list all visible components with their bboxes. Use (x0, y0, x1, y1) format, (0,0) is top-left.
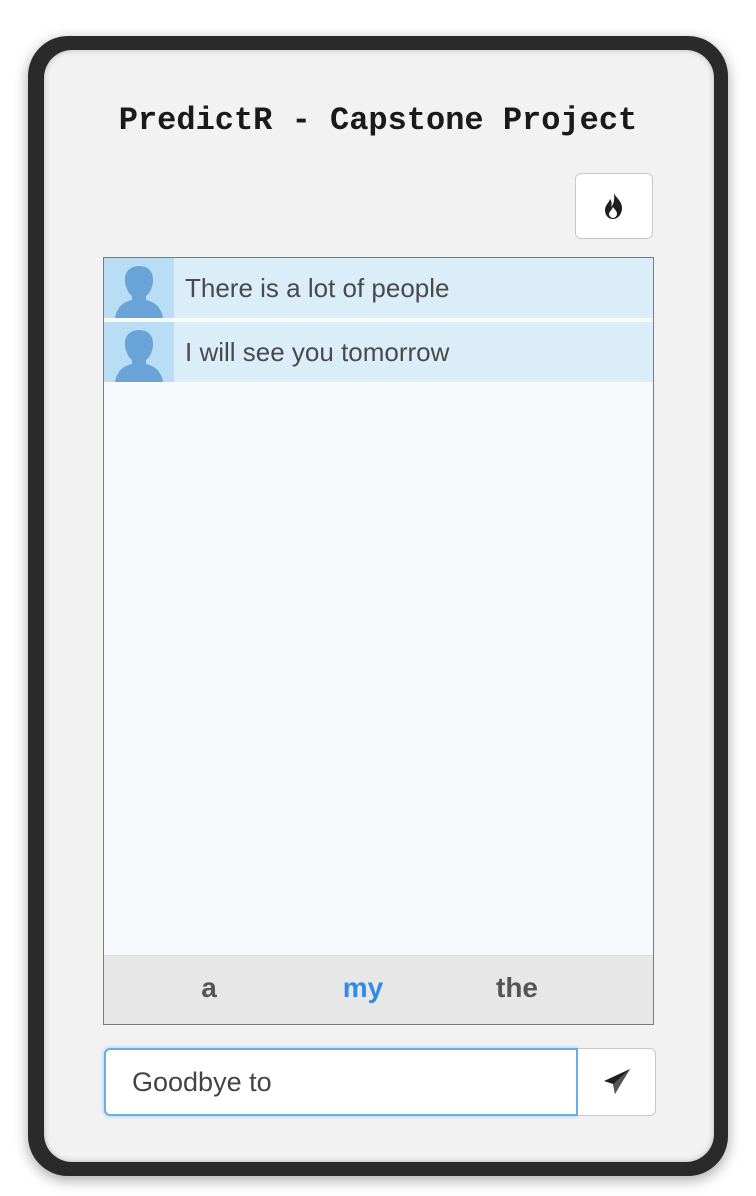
avatar (104, 322, 174, 382)
fire-icon (605, 193, 622, 219)
message-input[interactable] (104, 1048, 578, 1116)
suggestion-word-the[interactable]: the (496, 972, 538, 1004)
clear-history-button[interactable] (575, 173, 653, 239)
word-suggestion-bar: a my the (104, 955, 653, 1024)
page-title: PredictR - Capstone Project (118, 102, 638, 139)
chat-history-panel[interactable]: There is a lot of people I will see you … (103, 257, 654, 1025)
message-text: There is a lot of people (185, 272, 450, 303)
user-silhouette-icon (115, 266, 163, 318)
user-silhouette-icon (115, 330, 163, 382)
message-list: There is a lot of people I will see you … (104, 258, 653, 956)
suggestion-word-my[interactable]: my (343, 972, 383, 1004)
avatar (104, 258, 174, 318)
composer (104, 1048, 656, 1116)
paper-plane-icon (603, 1069, 630, 1094)
message-text: I will see you tomorrow (185, 336, 450, 367)
chat-message: There is a lot of people (104, 258, 653, 318)
chat-message: I will see you tomorrow (104, 322, 653, 382)
send-button[interactable] (578, 1048, 656, 1116)
suggestion-word-a[interactable]: a (201, 972, 217, 1004)
